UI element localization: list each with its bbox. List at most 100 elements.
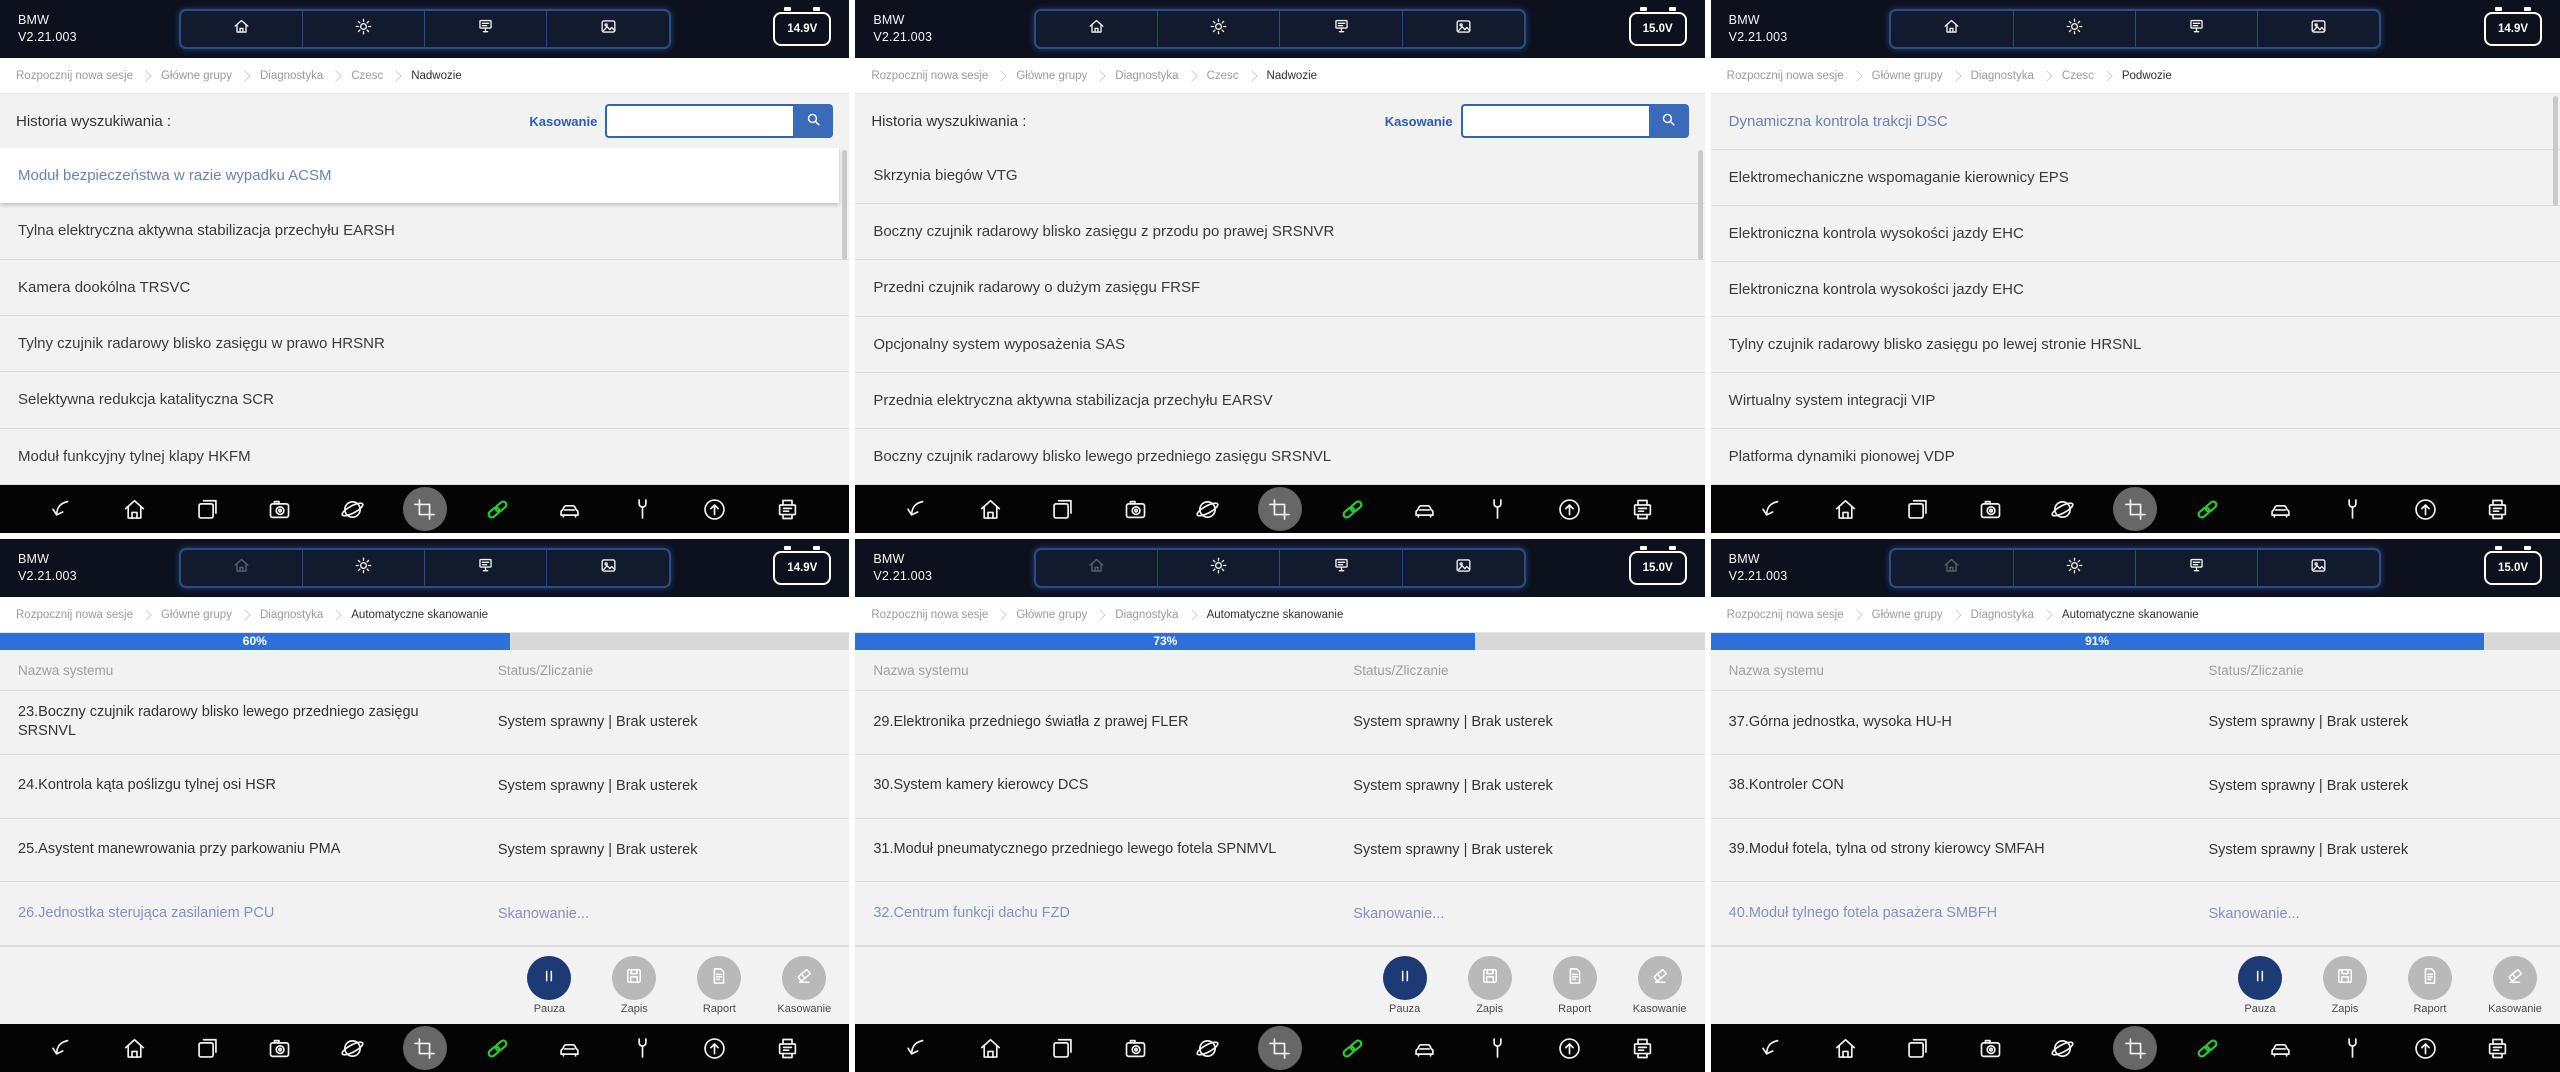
breadcrumb-item[interactable]: Rozpocznij nowa sesje <box>16 70 133 82</box>
list-item[interactable]: Tylna elektryczna aktywna stabilizacja p… <box>0 203 850 260</box>
search-input[interactable] <box>1460 104 1649 138</box>
windows-icon[interactable] <box>1041 487 1085 531</box>
home-icon[interactable] <box>113 487 157 531</box>
save-button[interactable]: Zapis <box>603 956 665 1015</box>
crop-icon[interactable] <box>402 487 447 531</box>
wrench-icon[interactable] <box>2331 487 2375 531</box>
back-icon[interactable] <box>40 1026 84 1070</box>
nav-print-button[interactable] <box>1280 550 1403 586</box>
list-item[interactable]: Skrzynia biegów VTG <box>855 148 1705 205</box>
nav-home-button[interactable] <box>181 550 303 586</box>
search-button[interactable] <box>793 104 834 138</box>
breadcrumb-item[interactable]: Czesc <box>351 70 383 82</box>
list-item[interactable]: Platforma dynamiki pionowej VDP <box>1710 429 2560 485</box>
list-item[interactable]: Przednia elektryczna aktywna stabilizacj… <box>855 373 1705 429</box>
nav-settings-button[interactable] <box>1158 550 1281 586</box>
breadcrumb-item[interactable]: Rozpocznij nowa sesje <box>1727 609 1844 621</box>
breadcrumb-item[interactable]: Główne grupy <box>1016 609 1087 621</box>
nav-home-button[interactable] <box>1036 11 1159 47</box>
nav-print-button[interactable] <box>1280 11 1403 47</box>
back-icon[interactable] <box>896 1026 940 1070</box>
link-icon[interactable] <box>2186 1026 2230 1070</box>
crop-icon[interactable] <box>2113 487 2158 531</box>
update-icon[interactable] <box>2403 487 2447 531</box>
scrollbar[interactable] <box>2552 96 2558 206</box>
crop-icon[interactable] <box>1257 1026 1302 1070</box>
nav-print-button[interactable] <box>2136 11 2259 47</box>
car-icon[interactable] <box>2258 1026 2302 1070</box>
nav-home-button[interactable] <box>1036 550 1159 586</box>
search-button[interactable] <box>1648 104 1689 138</box>
wrench-icon[interactable] <box>1475 487 1519 531</box>
back-icon[interactable] <box>1751 1026 1795 1070</box>
camera-icon[interactable] <box>1113 1026 1157 1070</box>
printer-icon[interactable] <box>1620 487 1664 531</box>
nav-print-button[interactable] <box>425 550 548 586</box>
nav-home-button[interactable] <box>181 11 303 47</box>
wrench-icon[interactable] <box>1475 1026 1519 1070</box>
list-item[interactable]: Kamera dookólna TRSVC <box>0 260 850 316</box>
back-icon[interactable] <box>40 487 84 531</box>
list-item[interactable]: Elektromechaniczne wspomaganie kierownic… <box>1710 150 2560 206</box>
browser-icon[interactable] <box>2041 1026 2085 1070</box>
update-icon[interactable] <box>1548 487 1592 531</box>
list-item[interactable]: Dynamiczna kontrola trakcji DSC <box>1710 94 2560 150</box>
camera-icon[interactable] <box>1113 487 1157 531</box>
home-icon[interactable] <box>1823 487 1867 531</box>
nav-gallery-button[interactable] <box>547 11 668 47</box>
car-icon[interactable] <box>1403 487 1447 531</box>
list-item[interactable]: Elektroniczna kontrola wysokości jazdy E… <box>1710 262 2560 318</box>
list-item[interactable]: Elektroniczna kontrola wysokości jazdy E… <box>1710 206 2560 262</box>
browser-icon[interactable] <box>2041 487 2085 531</box>
update-icon[interactable] <box>693 1026 737 1070</box>
nav-print-button[interactable] <box>2136 550 2259 586</box>
back-icon[interactable] <box>1751 487 1795 531</box>
list-item[interactable]: Wirtualny system integracji VIP <box>1710 373 2560 430</box>
nav-home-button[interactable] <box>1891 11 2014 47</box>
nav-home-button[interactable] <box>1891 550 2014 586</box>
report-button[interactable]: Raport <box>2399 956 2461 1015</box>
breadcrumb-item[interactable]: Czesc <box>1207 70 1239 82</box>
camera-icon[interactable] <box>1968 487 2012 531</box>
home-icon[interactable] <box>1823 1026 1867 1070</box>
browser-icon[interactable] <box>1186 1026 1230 1070</box>
camera-icon[interactable] <box>258 1026 302 1070</box>
crop-icon[interactable] <box>402 1026 447 1070</box>
nav-settings-button[interactable] <box>1158 11 1281 47</box>
list-item[interactable]: Moduł funkcyjny tylnej klapy HKFM <box>0 429 850 485</box>
pause-button[interactable]: Pauza <box>518 956 580 1015</box>
printer-icon[interactable] <box>1620 1026 1664 1070</box>
camera-icon[interactable] <box>1968 1026 2012 1070</box>
breadcrumb-item[interactable]: Diagnostyka <box>1971 70 2034 82</box>
car-icon[interactable] <box>548 1026 592 1070</box>
list-item[interactable]: Opcjonalny system wyposażenia SAS <box>855 317 1705 373</box>
printer-icon[interactable] <box>765 1026 809 1070</box>
crop-icon[interactable] <box>1257 487 1302 531</box>
breadcrumb-item[interactable]: Diagnostyka <box>260 70 323 82</box>
breadcrumb-item[interactable]: Czesc <box>2062 70 2094 82</box>
breadcrumb-item[interactable]: Główne grupy <box>1872 609 1943 621</box>
car-icon[interactable] <box>1403 1026 1447 1070</box>
camera-icon[interactable] <box>258 487 302 531</box>
car-icon[interactable] <box>2258 487 2302 531</box>
nav-gallery-button[interactable] <box>2258 11 2379 47</box>
search-input[interactable] <box>605 104 794 138</box>
clear-history-button[interactable]: Kasowanie <box>1385 114 1453 129</box>
breadcrumb-item[interactable]: Rozpocznij nowa sesje <box>871 70 988 82</box>
crop-icon[interactable] <box>2113 1026 2158 1070</box>
nav-gallery-button[interactable] <box>1403 550 1524 586</box>
save-button[interactable]: Zapis <box>1459 956 1521 1015</box>
browser-icon[interactable] <box>330 1026 374 1070</box>
update-icon[interactable] <box>1548 1026 1592 1070</box>
scrollbar[interactable] <box>1697 150 1703 260</box>
scrollbar[interactable] <box>842 150 848 260</box>
nav-print-button[interactable] <box>425 11 548 47</box>
link-icon[interactable] <box>1330 487 1374 531</box>
report-button[interactable]: Raport <box>688 956 750 1015</box>
link-icon[interactable] <box>475 487 519 531</box>
link-icon[interactable] <box>475 1026 519 1070</box>
erase-button[interactable]: Kasowanie <box>773 956 835 1015</box>
wrench-icon[interactable] <box>620 1026 664 1070</box>
update-icon[interactable] <box>2403 1026 2447 1070</box>
nav-gallery-button[interactable] <box>1403 11 1524 47</box>
